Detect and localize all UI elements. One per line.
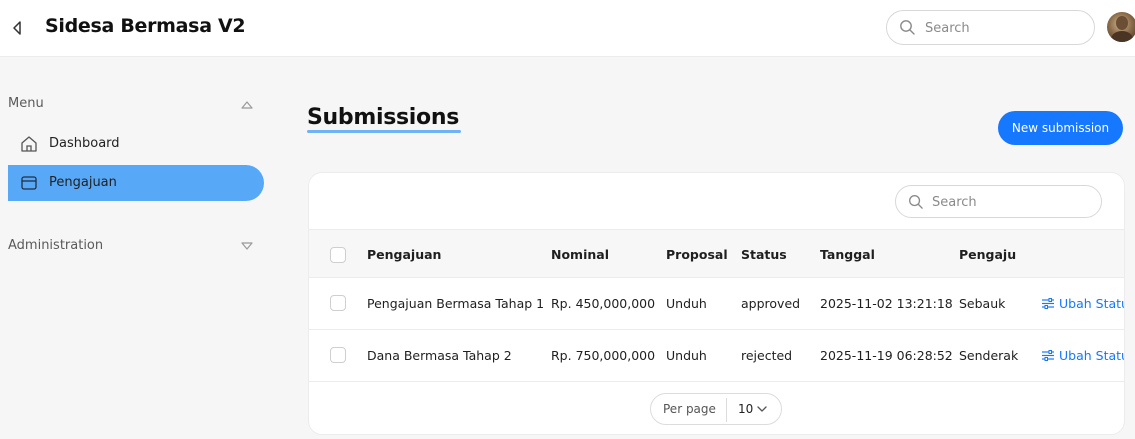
cell-tanggal: 2025-11-02 13:21:18: [820, 296, 953, 311]
search-icon: [900, 20, 915, 35]
cell-pengaju: Sebauk: [959, 296, 1006, 311]
cell-nominal: Rp. 750,000,000: [551, 348, 656, 363]
title-underline: [307, 130, 461, 133]
change-status-button[interactable]: Ubah Statu: [1059, 296, 1124, 311]
column-header-pengaju[interactable]: Pengaju: [959, 247, 1016, 262]
table-search[interactable]: [895, 185, 1102, 218]
cell-pengajuan: Dana Bermasa Tahap 2: [367, 348, 512, 363]
sidebar-item-label: Pengajuan: [49, 175, 117, 190]
page-title: Submissions: [307, 105, 460, 130]
header-search[interactable]: [886, 10, 1095, 45]
sidebar-section-administration-label: Administration: [8, 238, 104, 253]
sidebar-item-dashboard[interactable]: Dashboard: [8, 126, 264, 162]
column-header-status[interactable]: Status: [741, 247, 787, 262]
header-search-input[interactable]: [925, 17, 1085, 39]
divider: [309, 329, 1124, 330]
back-arrow-icon[interactable]: [9, 18, 25, 38]
per-page-value[interactable]: 10: [738, 402, 753, 416]
sliders-icon[interactable]: [1042, 298, 1054, 309]
user-avatar[interactable]: [1107, 12, 1135, 42]
chevron-down-icon[interactable]: [240, 241, 254, 251]
row-checkbox[interactable]: [330, 295, 346, 311]
inbox-icon: [21, 176, 37, 190]
per-page-selector[interactable]: Per page 10: [650, 393, 782, 425]
proposal-download-link[interactable]: Unduh: [666, 296, 707, 311]
sidebar-item-pengajuan[interactable]: Pengajuan: [8, 165, 264, 201]
select-all-checkbox[interactable]: [330, 247, 346, 263]
chevron-up-icon[interactable]: [240, 100, 254, 110]
cell-tanggal: 2025-11-19 06:28:52: [820, 348, 953, 363]
per-page-label: Per page: [663, 402, 716, 416]
column-header-proposal[interactable]: Proposal: [666, 247, 728, 262]
cell-pengajuan: Pengajuan Bermasa Tahap 1: [367, 296, 545, 311]
table-search-input[interactable]: [932, 191, 1092, 213]
sidebar-item-label: Dashboard: [49, 136, 120, 151]
chevron-down-icon: [757, 406, 767, 412]
column-header-pengajuan[interactable]: Pengajuan: [367, 247, 441, 262]
divider: [726, 398, 727, 422]
proposal-download-link[interactable]: Unduh: [666, 348, 707, 363]
column-header-nominal[interactable]: Nominal: [551, 247, 609, 262]
submissions-table-card: Pengajuan Nominal Proposal Status Tangga…: [308, 172, 1125, 435]
sliders-icon[interactable]: [1042, 350, 1054, 361]
new-submission-button[interactable]: New submission: [998, 111, 1123, 145]
divider: [309, 277, 1124, 278]
sidebar-section-menu-label: Menu: [8, 96, 44, 111]
divider: [309, 229, 1124, 230]
divider: [309, 381, 1124, 382]
change-status-button[interactable]: Ubah Statu: [1059, 348, 1124, 363]
sidebar: Menu Dashboard Pengajuan Administration: [0, 58, 275, 439]
app-title: Sidesa Bermasa V2: [45, 15, 246, 37]
home-icon: [21, 136, 37, 152]
cell-nominal: Rp. 450,000,000: [551, 296, 656, 311]
cell-status: approved: [741, 296, 801, 311]
cell-pengaju: Senderak: [959, 348, 1019, 363]
row-checkbox[interactable]: [330, 347, 346, 363]
cell-status: rejected: [741, 348, 793, 363]
top-bar: Sidesa Bermasa V2: [0, 0, 1135, 57]
column-header-tanggal[interactable]: Tanggal: [820, 247, 875, 262]
search-icon: [909, 195, 923, 209]
